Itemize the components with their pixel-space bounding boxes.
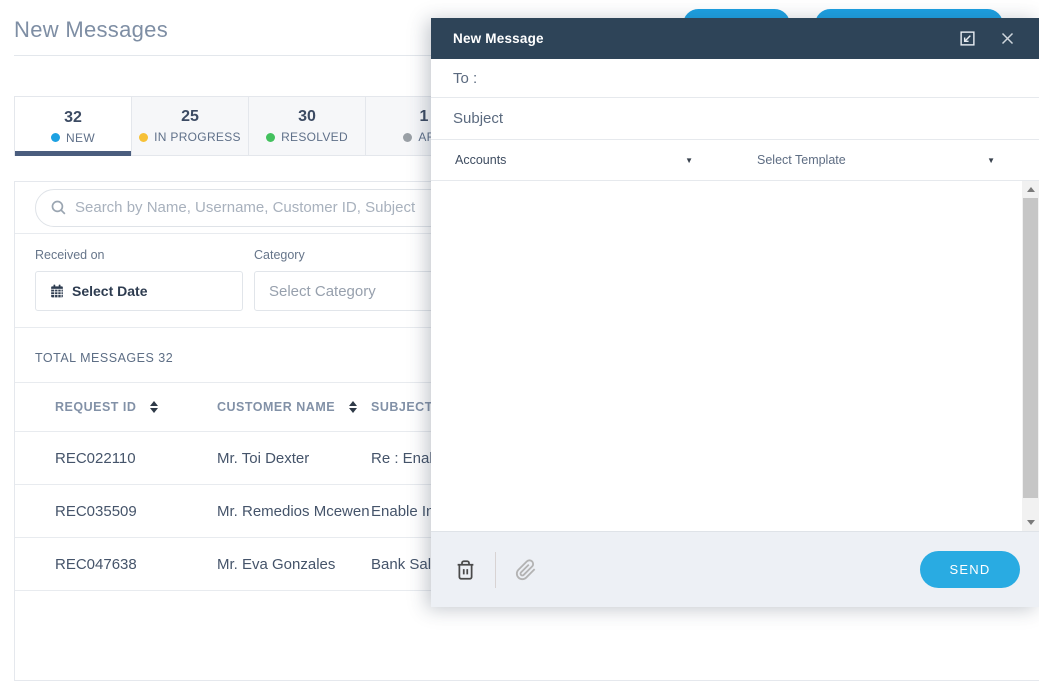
- page-title: New Messages: [14, 17, 168, 43]
- delete-button[interactable]: [455, 559, 476, 581]
- scroll-down-icon[interactable]: [1022, 514, 1039, 531]
- tab-new-count: 32: [64, 109, 82, 127]
- tab-in-progress-count: 25: [181, 108, 199, 126]
- column-header-customer-name[interactable]: CUSTOMER NAME: [217, 400, 371, 414]
- accounts-dropdown[interactable]: Accounts ▼: [431, 140, 721, 180]
- tab-new-label: NEW: [66, 131, 95, 145]
- paperclip-icon: [515, 559, 537, 581]
- tab-resolved-count: 30: [298, 108, 316, 126]
- new-status-dot-icon: [51, 133, 60, 142]
- cell-request-id: REC047638: [55, 556, 217, 573]
- footer-divider: [495, 552, 496, 588]
- cell-customer-name: Mr. Remedios Mcewen: [217, 503, 371, 520]
- modal-header: New Message: [431, 18, 1039, 59]
- new-message-modal: New Message To : Accounts ▼ Select Templ…: [431, 18, 1039, 607]
- resolved-status-dot-icon: [266, 133, 275, 142]
- subject-input[interactable]: [453, 110, 1039, 127]
- accounts-value: Accounts: [455, 153, 506, 167]
- message-body-area: [431, 181, 1039, 532]
- select-date-button[interactable]: Select Date: [35, 271, 243, 311]
- caret-down-icon: ▼: [987, 156, 995, 165]
- tab-in-progress[interactable]: 25 IN PROGRESS: [131, 96, 249, 156]
- tab-resolved[interactable]: 30 RESOLVED: [248, 96, 366, 156]
- close-icon[interactable]: [1000, 31, 1015, 46]
- status-tabs: 32 NEW 25 IN PROGRESS 30 RESOLVED 1 ARC: [14, 96, 483, 156]
- template-placeholder: Select Template: [757, 153, 846, 167]
- to-input[interactable]: [485, 70, 1039, 87]
- select-category-placeholder: Select Category: [269, 283, 376, 300]
- sort-icon[interactable]: [349, 401, 357, 413]
- calendar-icon: [50, 284, 64, 298]
- received-on-label: Received on: [35, 248, 243, 262]
- template-dropdown[interactable]: Select Template ▼: [721, 140, 1039, 180]
- scrollbar-thumb[interactable]: [1023, 198, 1038, 498]
- archived-status-dot-icon: [403, 133, 412, 142]
- tab-in-progress-label: IN PROGRESS: [154, 130, 241, 144]
- to-field-row: To :: [431, 59, 1039, 98]
- column-header-request-id[interactable]: REQUEST ID: [55, 400, 217, 414]
- tab-resolved-label: RESOLVED: [281, 130, 348, 144]
- send-button[interactable]: SEND: [920, 551, 1020, 588]
- cell-request-id: REC035509: [55, 503, 217, 520]
- scrollbar[interactable]: [1022, 181, 1039, 531]
- modal-title: New Message: [453, 31, 959, 46]
- message-body-input[interactable]: [431, 181, 1022, 531]
- cell-customer-name: Mr. Toi Dexter: [217, 450, 371, 467]
- scroll-up-icon[interactable]: [1022, 181, 1039, 198]
- tab-new[interactable]: 32 NEW: [14, 96, 132, 156]
- cell-request-id: REC022110: [55, 450, 217, 467]
- subject-field-row: [431, 98, 1039, 140]
- trash-icon: [455, 559, 476, 581]
- in-progress-status-dot-icon: [139, 133, 148, 142]
- cell-customer-name: Mr. Eva Gonzales: [217, 556, 371, 573]
- modal-footer: SEND: [431, 532, 1039, 607]
- selects-row: Accounts ▼ Select Template ▼: [431, 140, 1039, 181]
- expand-icon[interactable]: [959, 30, 976, 47]
- select-date-label: Select Date: [72, 283, 147, 299]
- sort-icon[interactable]: [150, 401, 158, 413]
- caret-down-icon: ▼: [685, 156, 693, 165]
- search-icon: [50, 199, 67, 216]
- tab-archived-count: 1: [420, 108, 429, 126]
- to-label: To :: [453, 70, 477, 87]
- attach-button[interactable]: [515, 559, 537, 581]
